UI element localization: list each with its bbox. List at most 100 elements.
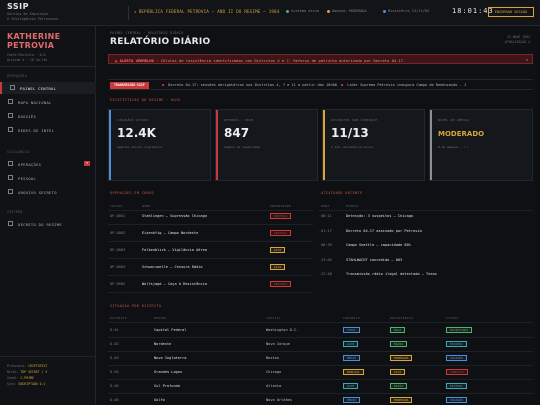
district-resistance-badge: ALTA bbox=[390, 369, 406, 375]
district-id: D-06 bbox=[110, 398, 119, 402]
operation-name[interactable]: Falkenblick – Vigilância Aérea bbox=[142, 248, 207, 252]
user-last-name: PETROVIA bbox=[7, 41, 55, 50]
main-content: PAINEL CENTRAL · RELATÓRIO DIÁRIO RELATÓ… bbox=[96, 26, 540, 405]
district-region[interactable]: Sul Profundo bbox=[154, 384, 180, 388]
close-icon[interactable]: ✕ bbox=[526, 57, 528, 62]
sidebar-item-mapa[interactable]: MAPA NACIONAL bbox=[0, 96, 96, 108]
sidebar-item-painel[interactable]: PAINEL CENTRAL bbox=[0, 82, 96, 94]
activity-time: 01:17 bbox=[321, 228, 332, 233]
page-title: RELATÓRIO DIÁRIO bbox=[110, 37, 211, 47]
app-subtitle: Serviço de Segurança e Inteligência Petr… bbox=[7, 12, 59, 21]
sidebar-group-label: SISTEMA bbox=[7, 210, 23, 214]
district-id: D-04 bbox=[110, 370, 119, 374]
district-control-badge: MÉDIO bbox=[343, 397, 361, 403]
status-threat: Ameaça: MODERADA bbox=[327, 9, 367, 13]
sidebar-item-redes[interactable]: REDES DE INTEL bbox=[0, 124, 96, 136]
kpi-card: NÍVEL DE AMEAÇA MODERADO Ø de ameaça · ↑… bbox=[429, 109, 533, 181]
district-status-badge: VIGIADO bbox=[446, 397, 467, 403]
operation-name[interactable]: Wolfsjagd – Caça à Resistência bbox=[142, 282, 207, 286]
document-icon bbox=[8, 221, 13, 226]
district-region[interactable]: Capital Federal bbox=[154, 328, 186, 332]
district-capital: Nova Iorque bbox=[266, 342, 290, 346]
district-id: D-02 bbox=[110, 342, 119, 346]
district-region[interactable]: Nova Inglaterra bbox=[154, 356, 186, 360]
row-divider bbox=[108, 393, 533, 394]
district-region[interactable]: Nordeste bbox=[154, 342, 171, 346]
operations-title: OPERAÇÕES EM CURSO bbox=[110, 191, 154, 195]
user-first-name: KATHERINE bbox=[7, 32, 61, 41]
row-divider bbox=[108, 365, 533, 366]
district-control-badge: TOTAL bbox=[343, 327, 361, 333]
priority-badge: CRÍTICA bbox=[270, 230, 291, 236]
target-icon bbox=[8, 161, 13, 166]
operation-code: OP-0085 bbox=[110, 282, 126, 286]
sidebar-item-pessoal[interactable]: PESSOAL bbox=[0, 172, 96, 184]
priority-badge: ALTA bbox=[270, 247, 286, 253]
status-dot-icon bbox=[383, 9, 386, 13]
top-divider bbox=[128, 6, 129, 20]
district-id: D-03 bbox=[110, 356, 119, 360]
activity-event: Campo Seattle – capacidade 80% bbox=[346, 243, 411, 247]
operation-name[interactable]: Stahlingen – Supressão Chicago bbox=[142, 214, 207, 218]
district-status-badge: VIGIADO bbox=[446, 355, 467, 361]
district-id: D-01 bbox=[110, 328, 119, 332]
row-divider bbox=[108, 241, 313, 242]
sidebar: KATHERINE PETROVIA Chefe-Ministra · N-0 … bbox=[0, 26, 96, 405]
district-status-badge: PACIFICADO bbox=[446, 327, 473, 333]
operation-code: OP-0081 bbox=[110, 214, 126, 218]
person-icon bbox=[8, 175, 13, 180]
row-divider bbox=[108, 224, 313, 225]
user-meta: Chefe-Ministra · N-0 Divisão 4 · ID 4a-7… bbox=[7, 53, 48, 62]
operation-name[interactable]: Schwarzwelle – Censura Rádio bbox=[142, 265, 203, 269]
sidebar-item-dossies[interactable]: DOSSIÊS bbox=[0, 110, 96, 122]
status-dot-icon bbox=[286, 9, 289, 13]
sidebar-footer: Protocolo: CRIPTOTEXT Nível: TOP SECRET … bbox=[7, 364, 48, 386]
network-icon bbox=[8, 127, 13, 132]
district-control-badge: ALTO bbox=[343, 383, 359, 389]
sidebar-group-label: VIGILÂNCIA bbox=[7, 150, 30, 154]
district-status-badge: ESTÁVEL bbox=[446, 383, 467, 389]
row-divider bbox=[108, 337, 533, 338]
sidebar-item-operacoes[interactable]: OPERAÇÕES 3 bbox=[0, 158, 96, 170]
district-status-badge: ESTÁVEL bbox=[446, 341, 467, 347]
status-ministry: Ministério 13/11/84 bbox=[383, 9, 429, 13]
district-region[interactable]: Grandes Lagos bbox=[154, 370, 182, 374]
sidebar-item-decreto[interactable]: DECRETO DO REGIME bbox=[0, 218, 96, 230]
operation-name[interactable]: Eisenkfig – Campo Nordeste bbox=[142, 231, 198, 235]
activity-time: 08:11 bbox=[321, 214, 332, 218]
district-resistance-badge: MODERADA bbox=[390, 355, 413, 361]
district-resistance-badge: BAIXA bbox=[390, 341, 408, 347]
end-session-button[interactable]: ENCERRAR SESSÃO bbox=[488, 7, 534, 17]
sidebar-divider bbox=[0, 356, 96, 357]
district-capital: Atlanta bbox=[266, 384, 282, 388]
app-logo: SSIP bbox=[7, 2, 30, 11]
district-status-badge: CONFLITO bbox=[446, 369, 469, 375]
row-divider bbox=[108, 275, 313, 276]
regime-banner: ★ REPÚBLICA FEDERAL PETROVIA — ANO II DO … bbox=[134, 9, 280, 14]
breadcrumb: PAINEL CENTRAL · RELATÓRIO DIÁRIO bbox=[110, 31, 184, 35]
district-region[interactable]: Golfo bbox=[154, 398, 165, 402]
district-control-badge: MÉDIO bbox=[343, 355, 361, 361]
news-ticker: TRANSMISSÃO-SSIP ● Decreto 04-17: sessões… bbox=[108, 79, 533, 90]
district-capital: Nova Orleães bbox=[266, 398, 292, 402]
row-divider bbox=[108, 258, 313, 259]
priority-badge: CRÍTICA bbox=[270, 213, 291, 219]
kpi-section-title: ESTATÍSTICAS DO REGIME · HOJE bbox=[110, 98, 181, 102]
sidebar-group-label: OPERAÇÕES bbox=[7, 74, 27, 78]
red-alert-banner: ▲ ALERTA VERMELHO · Células de resistênc… bbox=[108, 54, 533, 64]
map-icon bbox=[8, 99, 13, 104]
operation-code: OP-0083 bbox=[110, 248, 126, 252]
star-icon: ★ bbox=[134, 9, 137, 14]
sidebar-item-arquivo[interactable]: ARQUIVO SECRETO bbox=[0, 186, 96, 198]
ticker-tag: TRANSMISSÃO-SSIP bbox=[110, 81, 149, 89]
activity-event: Decreto 04-17 assinado por Petrovia bbox=[346, 228, 422, 233]
activity-time: 23:05 bbox=[321, 257, 332, 262]
kpi-card: DETIDOS · HOJE 847 Campos de reeducação bbox=[215, 109, 318, 181]
operations-count-badge: 3 bbox=[84, 161, 90, 166]
row-divider bbox=[108, 351, 533, 352]
district-control-badge: ALTO bbox=[343, 341, 359, 347]
status-system: Sistema ativo bbox=[286, 9, 319, 13]
row-divider bbox=[108, 292, 313, 293]
row-divider bbox=[108, 379, 533, 380]
district-resistance-badge: NULA bbox=[390, 327, 406, 333]
